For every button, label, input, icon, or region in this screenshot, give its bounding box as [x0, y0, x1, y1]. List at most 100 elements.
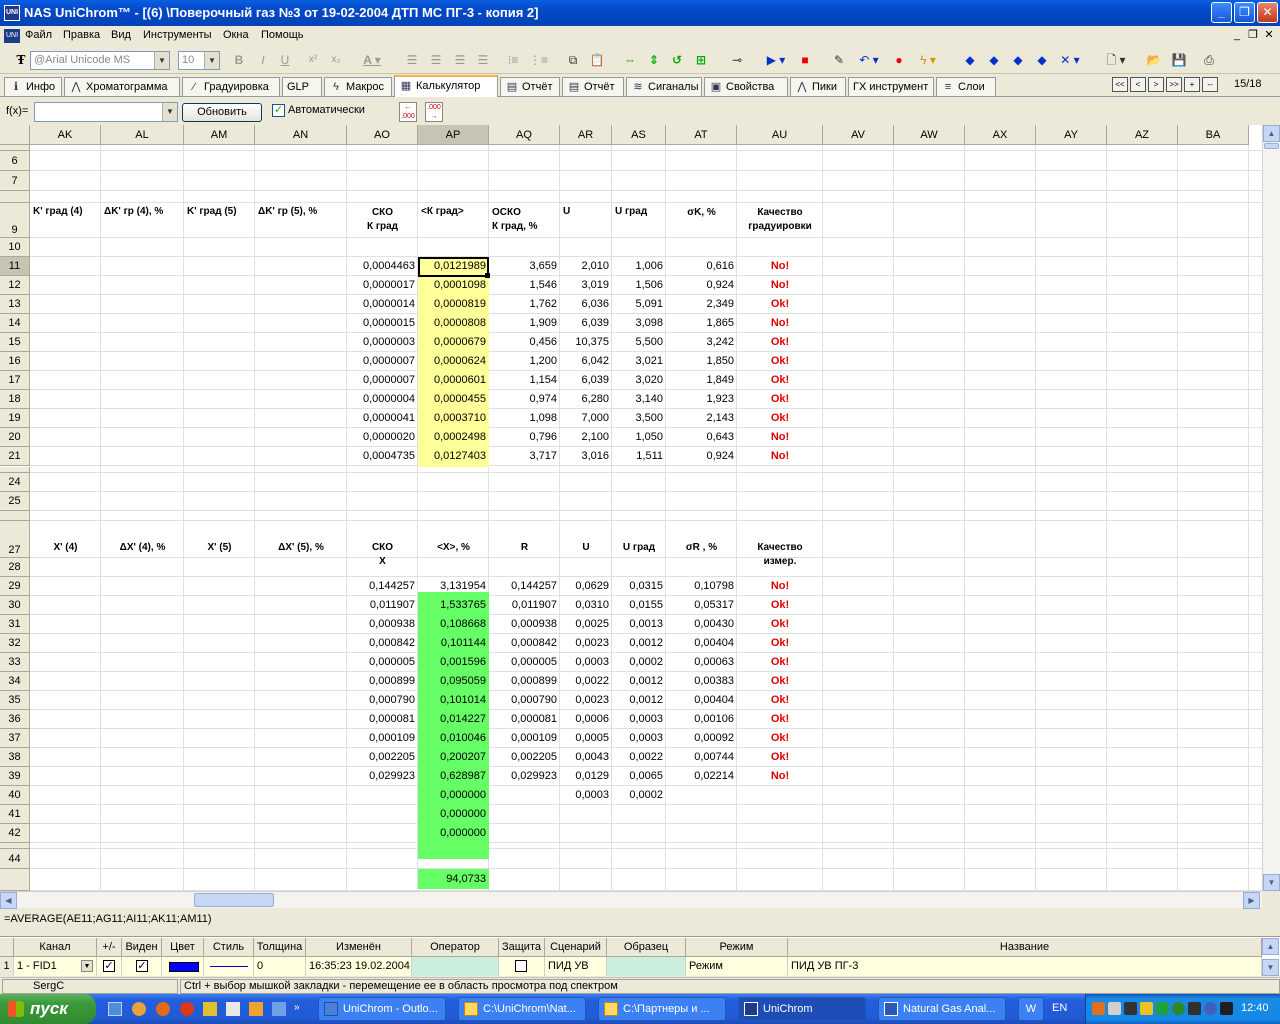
cell-osko[interactable]: 1,546	[489, 276, 560, 295]
cell-r[interactable]: 0,000842	[489, 634, 560, 653]
peak-down-icon[interactable]: ◆	[1034, 51, 1050, 69]
scroll-left-button[interactable]: ◀	[0, 892, 17, 909]
cell-sko-k[interactable]: 0,0004735	[347, 447, 418, 466]
row-header[interactable]: 11	[0, 257, 30, 276]
font-color-button[interactable]: A ▾	[360, 51, 384, 69]
cell-x-avg[interactable]: 0,108668	[418, 615, 489, 634]
cell-ugrad[interactable]	[612, 824, 666, 843]
cell-u[interactable]: 0,0629	[560, 577, 612, 596]
cell-r[interactable]: 0,000109	[489, 729, 560, 748]
tab-peaks[interactable]: ⋀ Пики	[790, 77, 846, 96]
row-header[interactable]: 38	[0, 748, 30, 767]
cell-x-avg[interactable]: 0,014227	[418, 710, 489, 729]
cell-r[interactable]	[489, 786, 560, 805]
cell-k-avg[interactable]: 0,0000601	[418, 371, 489, 390]
maximize-button[interactable]: ❐	[1234, 2, 1255, 23]
cell-osko[interactable]: 0,796	[489, 428, 560, 447]
start-button[interactable]: пуск	[0, 994, 96, 1024]
cell-k-avg[interactable]: 0,0000819	[418, 295, 489, 314]
row-header[interactable]: 28	[0, 558, 30, 577]
cell-quality[interactable]: No!	[737, 447, 823, 466]
cell-r[interactable]: 0,000081	[489, 710, 560, 729]
row-header[interactable]: 17	[0, 371, 30, 390]
cell-sko-x[interactable]: 0,000790	[347, 691, 418, 710]
numbering-icon[interactable]: ⋮≡	[529, 51, 548, 69]
cell-r[interactable]: 0,000790	[489, 691, 560, 710]
cell-r[interactable]: 0,000005	[489, 653, 560, 672]
cell-u[interactable]: 0,0003	[560, 786, 612, 805]
cell-sigma-k[interactable]: 0,924	[666, 447, 737, 466]
cell-ugrad[interactable]: 5,500	[612, 333, 666, 352]
cell-sko-x[interactable]: 0,000938	[347, 615, 418, 634]
cell-u[interactable]: 6,280	[560, 390, 612, 409]
tab-glp[interactable]: GLP	[282, 77, 322, 96]
cell-sko-x[interactable]: 0,000005	[347, 653, 418, 672]
task-word[interactable]: W	[1018, 997, 1044, 1021]
col-header-aw[interactable]: AW	[894, 125, 965, 145]
col-header-am[interactable]: AM	[184, 125, 255, 145]
cell-sko-k[interactable]: 0,0000020	[347, 428, 418, 447]
connect-icon[interactable]: ⊸	[727, 51, 747, 69]
cell-quality[interactable]: Ok!	[737, 352, 823, 371]
cell-sko-x[interactable]	[347, 824, 418, 843]
cell-ugrad[interactable]: 5,091	[612, 295, 666, 314]
cell-sigma-k[interactable]: 1,849	[666, 371, 737, 390]
row-header[interactable]: 13	[0, 295, 30, 314]
channel-select[interactable]: 1 - FID1 ▼	[14, 957, 97, 976]
cell-u[interactable]	[560, 824, 612, 843]
mdi-minimize-button[interactable]: _	[1229, 28, 1245, 42]
cell-u[interactable]: 6,039	[560, 371, 612, 390]
row-header[interactable]: 32	[0, 634, 30, 653]
cell-k-avg[interactable]: 0,0002498	[418, 428, 489, 447]
cell-quality[interactable]: No!	[737, 257, 823, 276]
cell-x-avg[interactable]: 0,001596	[418, 653, 489, 672]
cell-osko[interactable]: 1,154	[489, 371, 560, 390]
cell-ugrad[interactable]: 1,511	[612, 447, 666, 466]
cell-ugrad[interactable]: 0,0022	[612, 748, 666, 767]
cell-sigma-r[interactable]: 0,00092	[666, 729, 737, 748]
col-header-au[interactable]: AU	[737, 125, 823, 145]
channel-line-style[interactable]	[210, 966, 248, 967]
col-header-al[interactable]: AL	[101, 125, 184, 145]
cell-quality[interactable]: No!	[737, 577, 823, 596]
tab-calculator[interactable]: ▦ Калькулятор	[394, 75, 498, 97]
tab-chromatogram[interactable]: ⋀ Хроматограмма	[64, 77, 180, 96]
row-header[interactable]: 18	[0, 390, 30, 409]
nav-last-button[interactable]: >>	[1166, 77, 1182, 92]
cell-ugrad[interactable]: 0,0155	[612, 596, 666, 615]
col-header-an[interactable]: AN	[255, 125, 347, 145]
cell-ugrad[interactable]: 0,0315	[612, 577, 666, 596]
quicklaunch-yellow-icon[interactable]	[203, 1002, 217, 1016]
channel-hdr-name[interactable]: Название	[788, 938, 1262, 957]
cell-quality[interactable]: Ok!	[737, 371, 823, 390]
cell-ugrad[interactable]: 3,098	[612, 314, 666, 333]
quicklaunch-red-icon[interactable]	[180, 1002, 194, 1016]
channel-hdr-scenario[interactable]: Сценарий	[545, 938, 607, 957]
row-header[interactable]: 24	[0, 473, 30, 492]
cell-ugrad[interactable]: 0,0013	[612, 615, 666, 634]
row-header[interactable]: 40	[0, 786, 30, 805]
tray-green-icon[interactable]	[1172, 1002, 1185, 1015]
cell-sigma-r[interactable]: 0,00106	[666, 710, 737, 729]
cell-osko[interactable]: 1,762	[489, 295, 560, 314]
cell-sko-x[interactable]: 0,000081	[347, 710, 418, 729]
cell-k-avg[interactable]: 0,0000455	[418, 390, 489, 409]
nav-add-button[interactable]: +	[1184, 77, 1200, 92]
cell-x-avg[interactable]: 0,000000	[418, 786, 489, 805]
copy-icon[interactable]: ⧉	[564, 51, 582, 69]
row-header[interactable]: 15	[0, 333, 30, 352]
channel-visible-checkbox[interactable]: ✓	[136, 960, 148, 972]
cell-sigma-r[interactable]: 0,00063	[666, 653, 737, 672]
chevron-down-icon[interactable]: ▼	[204, 52, 219, 69]
cell-u[interactable]: 0,0022	[560, 672, 612, 691]
tray-network-icon[interactable]	[1108, 1002, 1121, 1015]
cell-r[interactable]: 0,002205	[489, 748, 560, 767]
cell-u[interactable]: 10,375	[560, 333, 612, 352]
quicklaunch-desktop-icon[interactable]	[108, 1002, 122, 1016]
quicklaunch-orange-icon[interactable]	[132, 1002, 146, 1016]
cell-x-avg[interactable]: 0,010046	[418, 729, 489, 748]
vertical-scrollbar[interactable]: ▲ ▼	[1262, 125, 1280, 891]
cell-quality[interactable]: Ok!	[737, 672, 823, 691]
stretch-horizontal-icon[interactable]: ⇔	[621, 51, 639, 69]
menu-edit[interactable]: Правка	[63, 29, 100, 41]
